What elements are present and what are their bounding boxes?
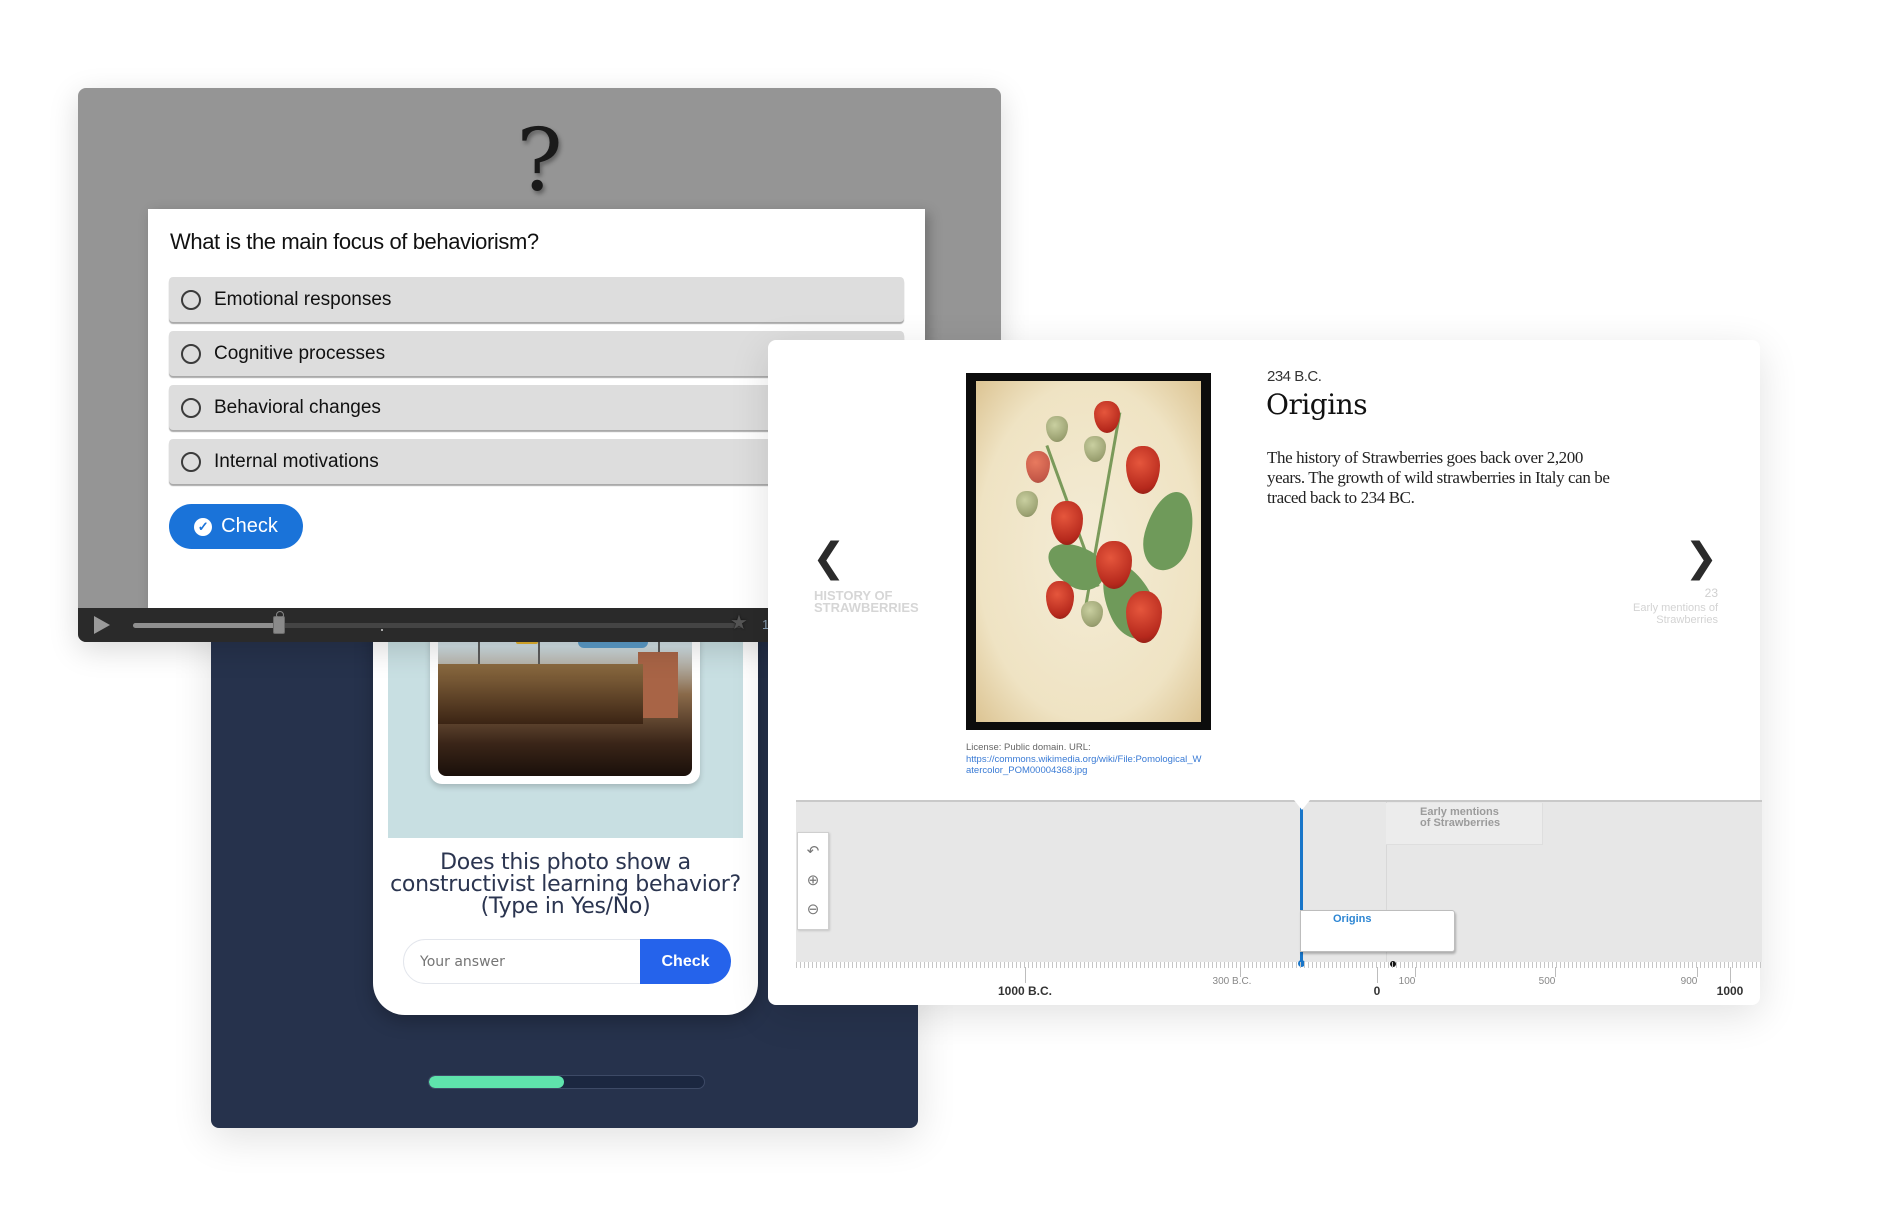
option-label: Emotional responses [214, 288, 392, 310]
chevron-right-icon[interactable]: ❯ [1684, 538, 1718, 578]
seek-bar[interactable] [133, 611, 743, 634]
chevron-left-icon[interactable]: ❮ [812, 538, 846, 578]
timeline-marker[interactable]: Early mentions of Strawberries [1386, 803, 1543, 845]
answer-option[interactable]: Emotional responses [169, 277, 904, 322]
answer-row: Check [403, 939, 731, 984]
license-url-link[interactable]: https://commons.wikimedia.org/wiki/File:… [966, 754, 1206, 777]
photo-quiz-question: Does this photo show a constructivist le… [390, 850, 741, 919]
option-label: Cognitive processes [214, 342, 386, 364]
star-marker-icon[interactable]: ★ [730, 613, 748, 633]
event-title: Origins [1266, 388, 1368, 421]
timeline-marker-active[interactable]: Origins [1300, 910, 1455, 952]
event-date: 234 B.C. [1267, 368, 1322, 385]
axis-tick [1025, 967, 1026, 983]
axis-tick [1377, 967, 1378, 983]
question-mark-icon: ? [516, 111, 563, 211]
next-slide-number[interactable]: 23 [1705, 586, 1718, 600]
back-to-start-icon[interactable]: ↶ [807, 843, 820, 860]
radio-icon[interactable] [181, 343, 201, 364]
check-button[interactable]: ✓ Check [169, 504, 303, 549]
axis-tick-label: 0 [1373, 984, 1381, 998]
axis-tick-label: 900 [1680, 976, 1698, 987]
axis-tick-label: 500 [1538, 976, 1556, 987]
axis-tick-label: 300 B.C. [1212, 976, 1252, 987]
play-icon[interactable] [94, 616, 110, 634]
timeline-navigator[interactable]: ↶ ⊕ ⊖ Early mentions of Strawberries Ori… [796, 800, 1762, 967]
radio-icon[interactable] [181, 289, 201, 310]
timeline-panel: ❮ HISTORY OF STRAWBERRIES ❯ 23 Early men… [768, 340, 1762, 1005]
current-position-cap [1294, 800, 1310, 810]
photo-quiz-progress-bar [428, 1075, 705, 1089]
axis-tick [1730, 967, 1731, 983]
strawberry-painting [966, 373, 1211, 730]
event-body: The history of Strawberries goes back ov… [1267, 448, 1610, 507]
radio-icon[interactable] [181, 451, 201, 472]
quiz-question: What is the main focus of behaviorism? [170, 229, 539, 254]
axis-tick-label: 100 [1398, 976, 1416, 987]
seek-thumb[interactable] [273, 611, 286, 634]
zoom-out-icon[interactable]: ⊖ [807, 902, 820, 918]
check-label: Check [221, 515, 278, 537]
option-label: Internal motivations [214, 450, 379, 472]
zoom-in-icon[interactable]: ⊕ [807, 872, 820, 889]
media-license: License: Public domain. URL: https://com… [966, 742, 1206, 777]
check-circle-icon: ✓ [194, 517, 213, 536]
answer-input[interactable] [403, 939, 651, 984]
timeline-toolbar: ↶ ⊕ ⊖ [797, 832, 829, 930]
photo-check-button[interactable]: Check [640, 939, 731, 984]
progress-fill [429, 1076, 564, 1088]
bookmark-dot [381, 629, 383, 631]
option-label: Behavioral changes [214, 396, 381, 418]
prev-slide-label[interactable]: HISTORY OF STRAWBERRIES [814, 589, 944, 614]
seek-played [133, 623, 280, 628]
next-slide-label[interactable]: Early mentions of Strawberries [1608, 602, 1718, 626]
license-text: License: Public domain. URL: [966, 742, 1091, 753]
timeline-ruler [796, 962, 1762, 968]
axis-tick-label: 1000 B.C. [997, 984, 1053, 998]
radio-icon[interactable] [181, 397, 201, 418]
axis-tick-label: 1000 [1716, 984, 1744, 998]
